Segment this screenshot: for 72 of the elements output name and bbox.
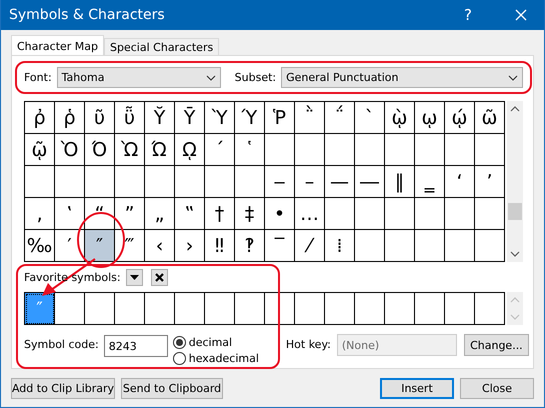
symbol-cell[interactable]: …: [295, 198, 325, 230]
symbol-cell[interactable]: ―: [355, 166, 385, 198]
symbol-cell[interactable]: `: [355, 102, 385, 134]
symbol-cell[interactable]: ⁞: [325, 230, 355, 262]
font-dropdown[interactable]: Tahoma: [56, 67, 221, 88]
symbol-cell[interactable]: ′: [55, 230, 85, 262]
symbol-cell[interactable]: ῶ: [475, 102, 505, 134]
symbol-cell[interactable]: ‗: [415, 166, 445, 198]
symbol-cell[interactable]: ‘: [445, 166, 475, 198]
symbol-cell[interactable]: ῳ: [415, 102, 445, 134]
help-button[interactable]: ?: [458, 6, 478, 24]
change-button[interactable]: Change...: [464, 334, 529, 356]
symbol-cell[interactable]: ῭: [295, 102, 325, 134]
symbol-cell[interactable]: ‛: [55, 198, 85, 230]
symbol-cell[interactable]: ´: [205, 134, 235, 166]
symbol-cell[interactable]: Ύ: [235, 102, 265, 134]
symbol-cell[interactable]: —: [325, 166, 355, 198]
symbol-cell[interactable]: ›: [175, 230, 205, 262]
symbol-cell[interactable]: –: [295, 166, 325, 198]
subset-dropdown[interactable]: General Punctuation: [281, 67, 524, 88]
symbol-cell[interactable]: ‽: [235, 230, 265, 262]
symbol-cell[interactable]: ‹: [145, 230, 175, 262]
symbol-cell[interactable]: ‚: [25, 198, 55, 230]
radio-label[interactable]: hexadecimal: [188, 352, 259, 364]
symbol-cell[interactable]: ”: [115, 198, 145, 230]
symbol-cell[interactable]: ῧ: [115, 102, 145, 134]
symbol-cell[interactable]: ⁄: [295, 230, 325, 262]
field-label: Font:: [24, 71, 52, 84]
favorites-label: Favorite symbols:: [24, 271, 121, 284]
tab[interactable]: Character Map: [11, 35, 104, 56]
symbol-cell[interactable]: •: [265, 198, 295, 230]
symbol-cell[interactable]: Ώ: [145, 134, 175, 166]
symbol-code-field[interactable]: 8243: [104, 335, 168, 357]
dialog-button[interactable]: Close: [460, 378, 534, 399]
symbol-cell[interactable]: ’: [475, 166, 505, 198]
symbol-cell[interactable]: ‴: [115, 230, 145, 262]
symbol-cell[interactable]: ῲ: [385, 102, 415, 134]
symbol-cell[interactable]: “: [85, 198, 115, 230]
dialog-button[interactable]: Insert: [380, 378, 454, 399]
symbol-cell[interactable]: ΅: [325, 102, 355, 134]
symbol-cell[interactable]: Ὸ: [55, 134, 85, 166]
radio-label[interactable]: decimal: [188, 336, 232, 348]
field-label: Subset:: [234, 71, 276, 84]
tab[interactable]: Special Characters: [104, 38, 220, 55]
symbol-cell[interactable]: ‒: [265, 166, 295, 198]
symbol-cell[interactable]: Ὺ: [205, 102, 235, 134]
symbol-cell[interactable]: ‟: [175, 198, 205, 230]
symbol-cell[interactable]: ῤ: [25, 102, 55, 134]
symbol-cell[interactable]: ῷ: [25, 134, 55, 166]
symbol-cell[interactable]: ″: [85, 230, 115, 262]
symbol-cell[interactable]: Ῡ: [175, 102, 205, 134]
dialog-button[interactable]: Send to Clipboard: [121, 378, 223, 399]
dialog-button[interactable]: Add to Clip Library: [11, 378, 115, 399]
symbol-cell[interactable]: Ὼ: [115, 134, 145, 166]
symbol-cell[interactable]: ῼ: [175, 134, 205, 166]
symbol-cell[interactable]: ‡: [235, 198, 265, 230]
window-title: Symbols & Characters: [8, 7, 166, 23]
symbol-cell[interactable]: ‼: [205, 230, 235, 262]
symbol-cell[interactable]: †: [205, 198, 235, 230]
symbol-cell[interactable]: ‖: [385, 166, 415, 198]
symbol-cell[interactable]: Ῠ: [145, 102, 175, 134]
symbol-cell[interactable]: ῦ: [85, 102, 115, 134]
symbol-cell[interactable]: ‾: [265, 230, 295, 262]
symbol-cell[interactable]: ῾: [235, 134, 265, 166]
symbol-cell[interactable]: „: [145, 198, 175, 230]
field-label: Hot key:: [286, 338, 331, 351]
field-label: Symbol code:: [24, 338, 99, 351]
symbol-cell[interactable]: ῴ: [445, 102, 475, 134]
symbol-cell[interactable]: ῥ: [55, 102, 85, 134]
symbol-cell[interactable]: Ό: [85, 134, 115, 166]
symbol-cell[interactable]: ‰: [25, 230, 55, 262]
symbol-cell[interactable]: Ῥ: [265, 102, 295, 134]
